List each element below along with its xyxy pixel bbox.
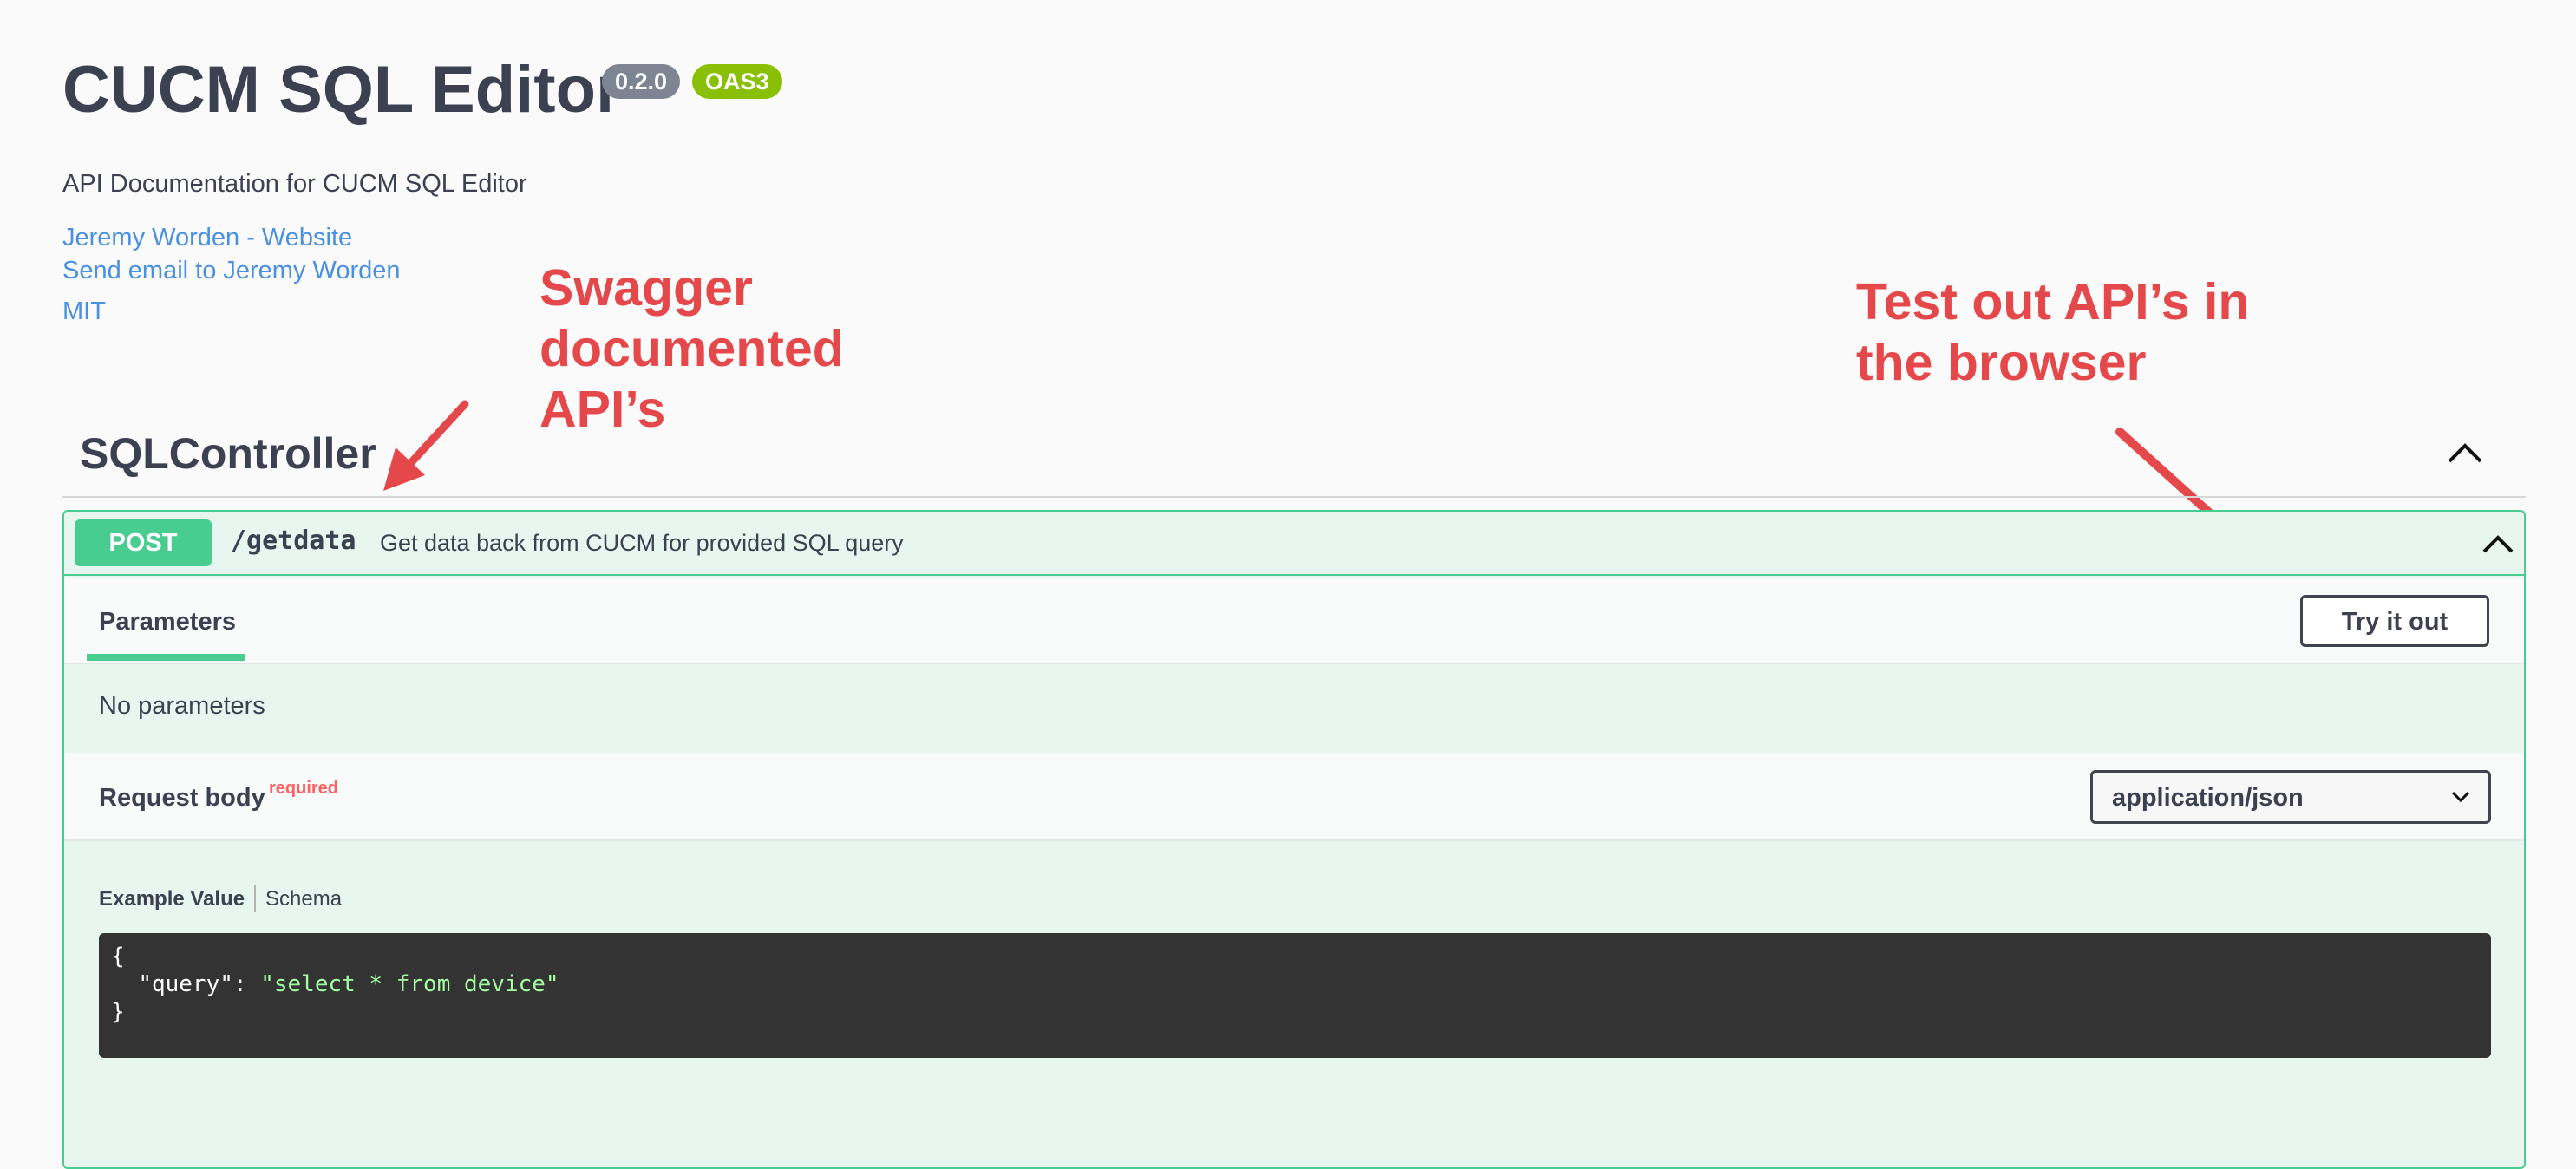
arrow-left-icon xyxy=(383,400,469,491)
parameters-header xyxy=(64,578,2524,664)
request-body-label: Request body xyxy=(99,784,265,812)
chevron-up-icon[interactable] xyxy=(2446,439,2484,465)
try-it-out-button[interactable]: Try it out xyxy=(2300,595,2489,647)
method-badge: POST xyxy=(75,519,212,566)
tab-parameters[interactable]: Parameters xyxy=(99,608,236,637)
code-colon: : xyxy=(232,971,261,997)
tab-underline xyxy=(87,654,245,661)
content-type-select[interactable]: application/json xyxy=(2090,770,2491,824)
tab-schema[interactable]: Schema xyxy=(265,887,342,911)
required-marker: required xyxy=(269,779,339,798)
content-type-value: application/json xyxy=(2112,784,2304,812)
tab-separator xyxy=(254,885,256,912)
section-title[interactable]: SQLController xyxy=(80,428,376,479)
operation-path: /getdata xyxy=(231,526,356,556)
code-key: "query" xyxy=(138,971,233,997)
section-divider xyxy=(62,496,2526,498)
chevron-up-icon[interactable] xyxy=(2481,531,2515,555)
tab-example-value[interactable]: Example Value xyxy=(99,887,245,911)
operation-summary: Get data back from CUCM for provided SQL… xyxy=(380,530,904,556)
no-parameters-text: No parameters xyxy=(99,692,265,720)
example-code-block: { "query": "select * from device" } xyxy=(99,933,2491,1058)
code-line: { xyxy=(111,944,125,970)
code-string: "select * from device" xyxy=(260,971,559,997)
chevron-down-icon xyxy=(2451,791,2470,803)
code-line: "query": "select * from device" xyxy=(111,971,559,997)
code-line: } xyxy=(111,999,125,1025)
